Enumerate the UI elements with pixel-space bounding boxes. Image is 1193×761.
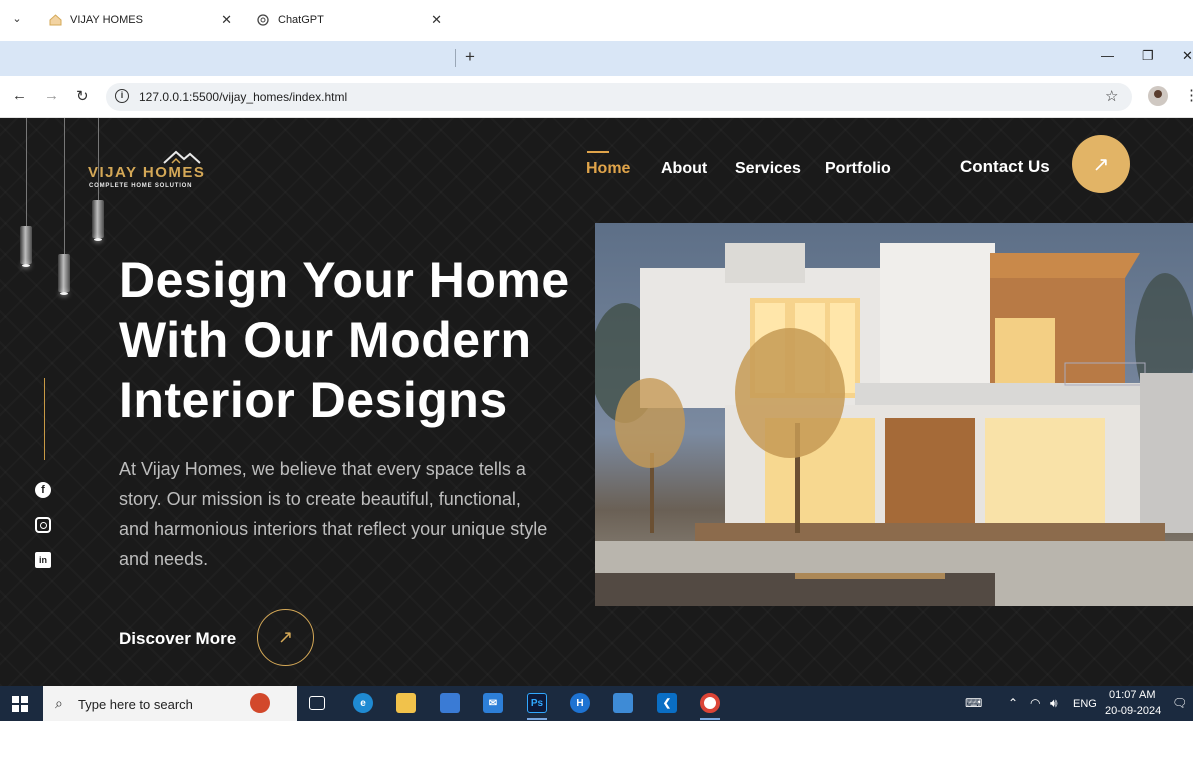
taskbar-search-placeholder[interactable]: Type here to search (78, 697, 193, 712)
close-tab-icon[interactable]: ✕ (431, 12, 442, 28)
close-tab-icon[interactable]: ✕ (221, 12, 232, 28)
tab-title: ChatGPT (278, 14, 324, 26)
chatgpt-favicon-icon (256, 13, 270, 27)
hero-title-line: Interior Designs (119, 372, 508, 428)
nav-portfolio[interactable]: Portfolio (825, 160, 891, 178)
tab-separator (455, 49, 456, 67)
site-logo[interactable]: VIJAY HOMES COMPLETE HOME SOLUTION (86, 150, 206, 194)
browser-menu-icon[interactable]: ⋮ (1184, 86, 1193, 104)
reload-button[interactable]: ↻ (76, 87, 89, 105)
pendant-lamp (58, 254, 70, 295)
edge-browser-icon[interactable]: e (353, 693, 373, 713)
linkedin-icon[interactable]: in (35, 552, 51, 568)
active-app-indicator (700, 718, 720, 720)
logo-tagline: COMPLETE HOME SOLUTION (89, 183, 193, 189)
arrow-up-right-icon: ↗ (277, 627, 294, 647)
active-app-indicator (527, 718, 547, 720)
clock-time[interactable]: 01:07 AM (1109, 689, 1155, 701)
modern-house-image (595, 223, 1193, 606)
app-h-icon[interactable]: H (570, 693, 590, 713)
tab-chatgpt[interactable]: ChatGPT ✕ (244, 5, 450, 35)
hero-title: Design Your Home With Our Modern Interio… (119, 250, 619, 430)
hero-title-line: Design Your Home (119, 252, 570, 308)
site-info-icon[interactable]: i (115, 89, 129, 103)
language-indicator[interactable]: ENG (1073, 698, 1097, 710)
notification-icon[interactable]: 🗨︎ (1172, 696, 1187, 710)
minimize-button[interactable]: — (1101, 48, 1114, 63)
roof-logo-icon (163, 150, 201, 164)
keyboard-icon[interactable]: ⌨ (965, 696, 982, 710)
contact-arrow-button[interactable]: ↗ (1072, 135, 1130, 193)
bookmark-star-icon[interactable]: ☆ (1105, 87, 1118, 105)
photoshop-icon[interactable]: Ps (527, 693, 547, 713)
tab-title: VIJAY HOMES (70, 14, 143, 26)
chrome-icon[interactable] (700, 693, 720, 713)
pendant-lamp (92, 200, 104, 241)
active-nav-indicator (587, 151, 609, 153)
mail-icon[interactable]: ✉ (483, 693, 503, 713)
search-highlight-icon[interactable] (250, 693, 270, 713)
hero-title-line: With Our Modern (119, 312, 532, 368)
vscode-icon[interactable]: ❮ (657, 693, 677, 713)
facebook-icon[interactable]: f (35, 482, 51, 498)
speaker-icon[interactable]: 🔊︎ (1050, 696, 1058, 711)
new-tab-button[interactable]: + (460, 47, 480, 67)
logo-brand: VIJAY HOMES (88, 164, 206, 181)
back-button[interactable]: ← (12, 87, 27, 104)
nav-home[interactable]: Home (586, 160, 630, 178)
screen: ⌄ VIJAY HOMES ✕ ChatGPT ✕ + — ❐ ✕ ← → ↻ … (0, 0, 1193, 761)
restore-button[interactable]: ❐ (1142, 48, 1154, 64)
windows-start-icon[interactable] (12, 696, 28, 712)
discover-arrow-button[interactable]: ↗ (257, 609, 314, 666)
tab-strip (0, 41, 1193, 76)
file-explorer-icon[interactable] (396, 693, 416, 713)
tab-vijay-homes[interactable]: VIJAY HOMES ✕ (36, 5, 240, 35)
arrow-up-right-icon: ↗ (1092, 153, 1110, 176)
search-icon: ⌕ (55, 695, 63, 711)
hero-description: At Vijay Homes, we believe that every sp… (119, 459, 548, 569)
lamp-cord (26, 118, 27, 230)
chevron-up-icon[interactable]: ⌃ (1008, 696, 1018, 710)
profile-avatar[interactable] (1148, 86, 1168, 106)
nav-about[interactable]: About (661, 160, 707, 178)
app-window-icon[interactable] (613, 693, 633, 713)
wifi-icon[interactable]: ◠ (1030, 696, 1040, 710)
close-window-button[interactable]: ✕ (1182, 48, 1193, 64)
house-favicon-icon (48, 13, 62, 27)
microsoft-store-icon[interactable] (440, 693, 460, 713)
url-text[interactable]: 127.0.0.1:5500/vijay_homes/index.html (139, 90, 347, 104)
pendant-lamp (20, 226, 32, 267)
contact-us-link[interactable]: Contact Us (960, 157, 1050, 177)
clock-date[interactable]: 20-09-2024 (1105, 705, 1161, 717)
nav-services[interactable]: Services (735, 160, 801, 178)
lamp-cord (64, 118, 65, 258)
tab-search-button[interactable]: ⌄ (6, 7, 28, 29)
discover-more-link[interactable]: Discover More (119, 629, 236, 649)
forward-button[interactable]: → (44, 87, 59, 104)
website-viewport: VIJAY HOMES COMPLETE HOME SOLUTION Home … (0, 118, 1193, 686)
instagram-icon[interactable] (35, 517, 51, 533)
social-divider (44, 378, 45, 460)
task-view-icon[interactable] (309, 696, 325, 710)
